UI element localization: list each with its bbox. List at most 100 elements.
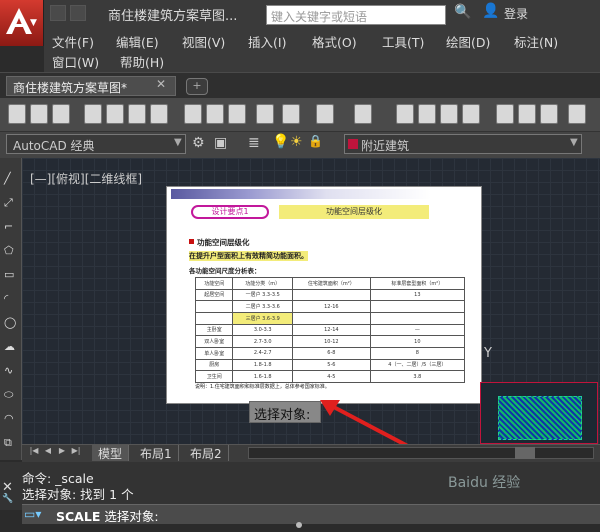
close-icon[interactable]: ✕	[156, 77, 166, 91]
table-cell: 二居户 3.3-3.6	[232, 300, 294, 313]
arc-icon[interactable]: ◜	[4, 292, 18, 306]
tab-layout1[interactable]: 布局1	[134, 445, 179, 461]
table-cell: 功能空间	[194, 277, 234, 290]
construction-line-icon[interactable]: ⤢	[4, 196, 18, 210]
workspace-select[interactable]: AutoCAD 经典	[6, 134, 186, 154]
user-icon[interactable]: 👤	[482, 3, 499, 19]
spline-icon[interactable]: ∿	[4, 364, 18, 378]
table-cell: 单人卧室	[194, 346, 234, 360]
layer-manager-icon[interactable]: ≣	[248, 135, 260, 151]
header-stripe	[171, 189, 431, 199]
table-cell: 12-16	[292, 300, 371, 313]
ellipse-arc-icon[interactable]: ◠	[4, 412, 18, 426]
menu-window[interactable]: 窗口(W)	[52, 52, 99, 71]
menu-tools[interactable]: 工具(T)	[382, 32, 424, 51]
table-cell: 1.8-1.8	[232, 358, 294, 372]
print-icon[interactable]	[84, 104, 102, 124]
menu-insert[interactable]: 插入(I)	[248, 32, 286, 51]
calculator-icon[interactable]	[568, 104, 586, 124]
scrollbar-thumb[interactable]	[515, 447, 535, 459]
command-history-line: 选择对象: 找到 1 个	[22, 487, 134, 502]
tab-layout2[interactable]: 布局2	[184, 445, 229, 461]
quick-new-icon[interactable]	[50, 5, 66, 21]
zoom-realtime-icon[interactable]	[418, 104, 436, 124]
cut-icon[interactable]	[184, 104, 202, 124]
copy-icon[interactable]	[206, 104, 224, 124]
table-cell: 10	[369, 335, 466, 348]
menu-dimension[interactable]: 标注(N)	[514, 32, 558, 51]
table-cell: 三居户 3.6-3.9	[232, 311, 294, 325]
new-tab-button[interactable]: +	[186, 78, 208, 95]
lightbulb-icon[interactable]: 💡	[272, 134, 289, 150]
print-preview-icon[interactable]	[106, 104, 124, 124]
publish-icon[interactable]	[150, 104, 168, 124]
table-cell: 4（一、二居）/5（三居）	[369, 358, 466, 372]
revision-cloud-icon[interactable]: ☁	[4, 340, 18, 354]
menu-view[interactable]: 视图(V)	[182, 32, 225, 51]
line-icon[interactable]: ╱	[4, 172, 18, 186]
design-center-icon[interactable]	[518, 104, 536, 124]
workspace-settings-icon[interactable]: ▣	[214, 135, 227, 151]
properties-icon[interactable]	[496, 104, 514, 124]
rectangle-icon[interactable]: ▭	[4, 268, 18, 282]
new-file-icon[interactable]	[8, 104, 26, 124]
sun-icon[interactable]: ☀	[290, 134, 303, 150]
close-icon[interactable]: ✕	[2, 480, 13, 495]
baidu-watermark: Baidu 经验	[448, 475, 521, 491]
wrench-icon[interactable]: 🔧	[2, 494, 13, 504]
menu-format[interactable]: 格式(O)	[312, 32, 357, 51]
paste-icon[interactable]	[228, 104, 246, 124]
menu-edit[interactable]: 编辑(E)	[116, 32, 159, 51]
undo-icon[interactable]	[316, 104, 334, 124]
table-cell: 一居户 3.3-3.5	[232, 288, 294, 302]
tool-palettes-icon[interactable]	[540, 104, 558, 124]
polyline-icon[interactable]: ⌐	[4, 220, 18, 234]
open-folder-icon[interactable]	[30, 104, 48, 124]
match-properties-icon[interactable]	[256, 104, 274, 124]
login-button[interactable]: 登录	[504, 5, 528, 22]
inserted-image[interactable]: 设计要点1 功能空间层级化 功能空间层级化 在提升户型面积上有效精简功能面积。 …	[166, 186, 482, 404]
tab-model[interactable]: 模型	[92, 445, 130, 461]
table-cell: 厨房	[194, 358, 234, 372]
last-tab-icon[interactable]: ▶|	[70, 446, 82, 460]
next-tab-icon[interactable]: ▶	[56, 446, 68, 460]
banner-title: 功能空间层级化	[279, 205, 429, 219]
layer-select[interactable]: 附近建筑	[344, 134, 582, 154]
menu-draw[interactable]: 绘图(D)	[446, 32, 490, 51]
table-cell: 12-14	[292, 323, 371, 337]
paint-icon[interactable]	[282, 104, 300, 124]
table-row: 单人卧室 2.4-2.7 6-8 8	[194, 346, 466, 360]
menu-file[interactable]: 文件(F)	[52, 32, 94, 51]
save-icon[interactable]	[52, 104, 70, 124]
insert-block-icon[interactable]: ⧉	[4, 436, 18, 450]
zoom-previous-icon[interactable]	[462, 104, 480, 124]
table-cell: 8	[369, 346, 466, 360]
ellipse-icon[interactable]: ⬭	[4, 388, 18, 402]
table-cell: 4-5	[292, 370, 371, 383]
horizontal-scrollbar[interactable]	[248, 447, 594, 459]
table-cell: 标准层套型面积（m²）	[369, 277, 466, 290]
redo-icon[interactable]	[354, 104, 372, 124]
plot-icon[interactable]	[128, 104, 146, 124]
table-cell: 2.7-3.0	[232, 335, 294, 348]
search-input[interactable]: 键入关键字或短语	[266, 5, 446, 25]
zoom-window-icon[interactable]	[440, 104, 458, 124]
table-row: 三居户 3.6-3.9	[194, 311, 466, 325]
polygon-icon[interactable]: ⬠	[4, 244, 18, 258]
table-row: 双人卧室 2.7-3.0 10-12 10	[194, 335, 466, 348]
gear-icon[interactable]: ⚙	[192, 135, 205, 151]
circle-icon[interactable]: ◯	[4, 316, 18, 330]
quick-open-icon[interactable]	[70, 5, 86, 21]
tab-document[interactable]: 商住楼建筑方案草图*	[6, 76, 176, 96]
viewport-label[interactable]: [—][俯视][二维线框]	[30, 170, 142, 187]
table-row: 厨房 1.8-1.8 5-6 4（一、二居）/5（三居）	[194, 358, 466, 372]
binoculars-icon[interactable]: 🔍	[454, 4, 471, 20]
app-menu-button[interactable]	[0, 0, 44, 46]
prev-tab-icon[interactable]: ◀	[42, 446, 54, 460]
table-note: 说明：1.住宅建筑面积和标准层数据上，总体参考国家标准。	[195, 384, 330, 390]
first-tab-icon[interactable]: |◀	[28, 446, 40, 460]
table-row: 二居户 3.3-3.6 12-16	[194, 300, 466, 313]
lock-icon[interactable]: 🔒	[308, 134, 323, 148]
menu-help[interactable]: 帮助(H)	[120, 52, 164, 71]
pan-hand-icon[interactable]	[396, 104, 414, 124]
